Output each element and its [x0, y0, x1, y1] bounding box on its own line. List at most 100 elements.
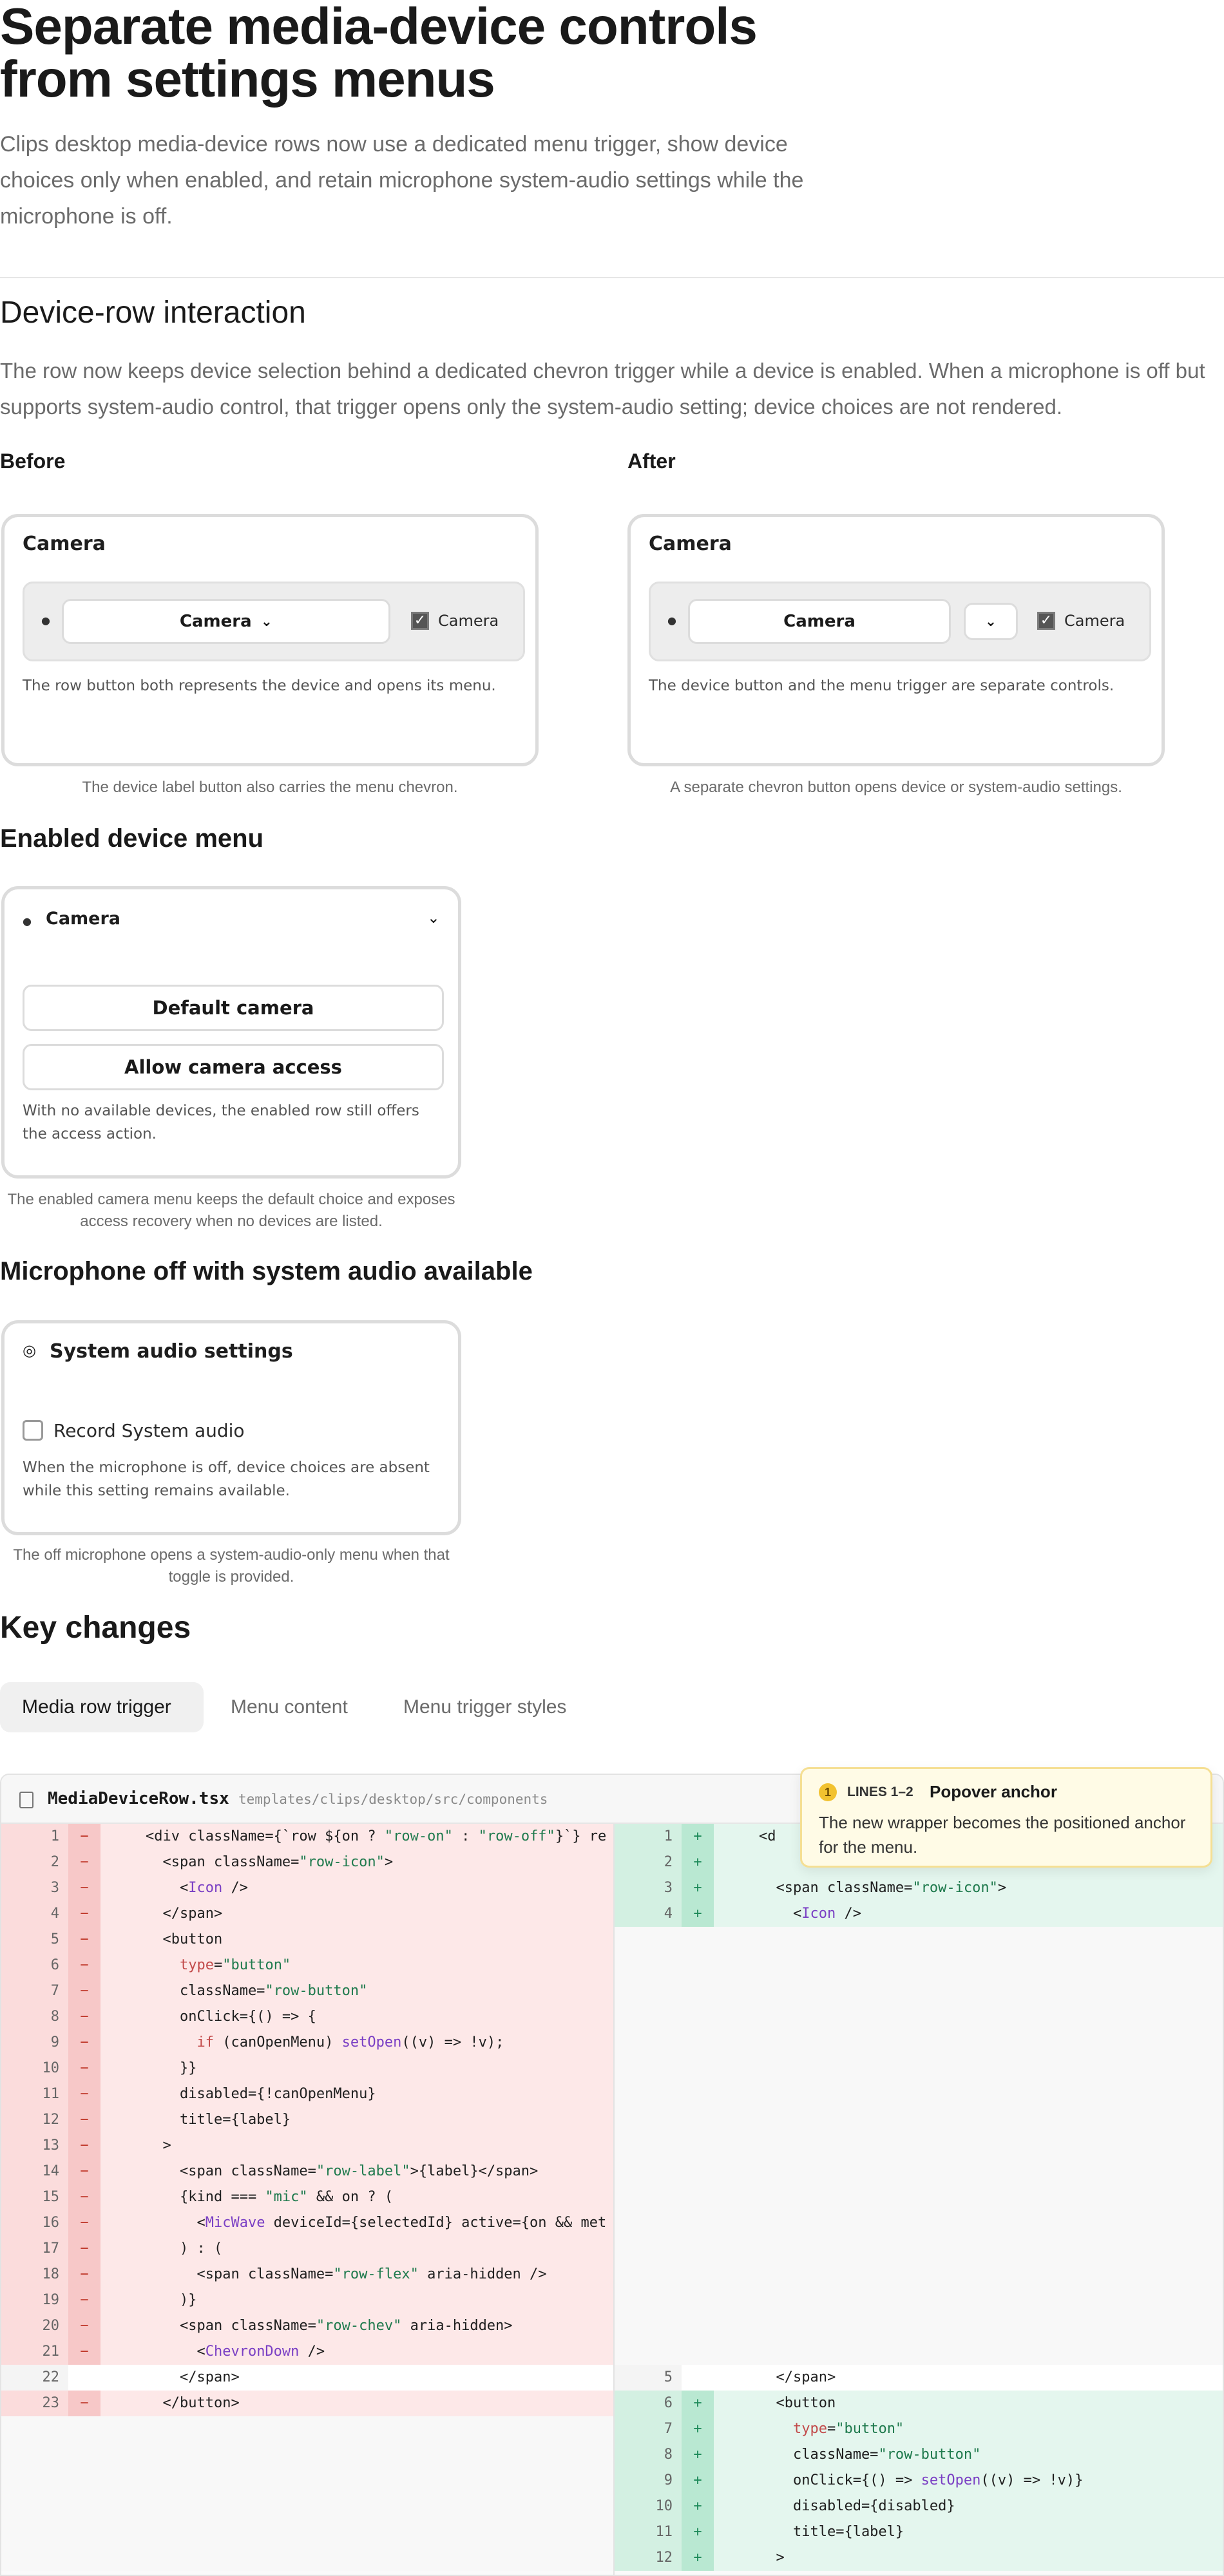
- section-heading-mic-off: Microphone off with system audio availab…: [0, 1257, 533, 1285]
- tab-menu-content[interactable]: Menu content: [209, 1682, 370, 1732]
- deletion-marker: −: [68, 2262, 100, 2287]
- line-number: 13: [1, 2133, 68, 2159]
- section-heading-key-changes: Key changes: [0, 1611, 191, 1645]
- record-system-audio-checkbox[interactable]: [23, 1420, 43, 1441]
- before-caption: The device label button also carries the…: [82, 779, 458, 796]
- deletion-marker: −: [68, 2107, 100, 2133]
- line-number: 8: [1, 2004, 68, 2030]
- menu-option-default-camera[interactable]: Default camera: [23, 985, 444, 1031]
- deletion-marker: −: [68, 2133, 100, 2159]
- annotation-title: Popover anchor: [930, 1782, 1057, 1801]
- code-text: if (canOpenMenu) setOpen((v) => !v);: [196, 2034, 504, 2050]
- annotation-body: The new wrapper becomes the positioned a…: [819, 1813, 1186, 1857]
- diff-line-empty: [615, 2107, 1223, 2133]
- line-number: 10: [615, 2494, 682, 2519]
- diff-line: 7 + type="button": [615, 2416, 1223, 2442]
- line-number: 18: [1, 2262, 68, 2287]
- before-card: Camera ● Camera ⌄ ✓ Camera The row butto…: [1, 514, 539, 766]
- diff-line-empty: [615, 2262, 1223, 2287]
- deletion-marker: −: [68, 2313, 100, 2339]
- diff-line: 12 + >: [615, 2545, 1223, 2571]
- diff-line-empty: [615, 2081, 1223, 2107]
- code-text: <Icon />: [146, 1880, 248, 1896]
- code-text: <div className={`row ${on ? "row-on" : "…: [146, 1828, 607, 1844]
- mic-off-card: ◎ System audio settings Record System au…: [1, 1320, 461, 1535]
- line-number: 12: [615, 2545, 682, 2571]
- chevron-down-icon[interactable]: ⌄: [427, 909, 440, 927]
- code-text: <span className="row-icon">: [146, 1854, 394, 1870]
- line-number: 20: [1, 2313, 68, 2339]
- tab-media-row-trigger[interactable]: Media row trigger: [0, 1682, 204, 1732]
- line-number: 3: [615, 1875, 682, 1901]
- diff-line: 17− ) : (: [1, 2236, 613, 2262]
- deletion-marker: −: [68, 2081, 100, 2107]
- line-number: 1: [1, 1824, 68, 1850]
- camera-icon: ●: [23, 915, 32, 927]
- diff-line-empty: [615, 2287, 1223, 2313]
- diff-line: 9− if (canOpenMenu) setOpen((v) => !v);: [1, 2030, 613, 2056]
- line-number: 2: [1, 1850, 68, 1875]
- code-text: <MicWave deviceId={selectedId} active={o…: [146, 2215, 607, 2231]
- card-note: The device button and the menu trigger a…: [649, 677, 1114, 694]
- deletion-marker: −: [68, 1953, 100, 1978]
- line-number: 4: [615, 1901, 682, 1927]
- device-button-with-chevron[interactable]: Camera ⌄: [62, 599, 390, 644]
- diff-line: 16− <MicWave deviceId={selectedId} activ…: [1, 2210, 613, 2236]
- deletion-marker: −: [68, 1850, 100, 1875]
- line-number: 23: [1, 2391, 68, 2416]
- device-row-panel: ● Camera ⌄ ✓ Camera: [23, 582, 525, 661]
- code-text: onClick={() => setOpen((v) => !v)}: [759, 2472, 1084, 2488]
- diff-line: 3− <Icon />: [1, 1875, 613, 1901]
- deletion-marker: −: [68, 2159, 100, 2184]
- diff-line-empty: [615, 2236, 1223, 2262]
- code-text: className="row-button": [759, 2447, 981, 2463]
- line-number: 4: [1, 1901, 68, 1927]
- diff-line: 21− <ChevronDown />: [1, 2339, 613, 2365]
- device-button-label: Camera: [783, 612, 856, 631]
- camera-checkbox[interactable]: ✓: [411, 612, 429, 630]
- code-text: <span className="row-flex" aria-hidden /…: [146, 2266, 547, 2282]
- line-number: 16: [1, 2210, 68, 2236]
- line-number: 8: [615, 2442, 682, 2468]
- deletion-marker: −: [68, 2339, 100, 2365]
- device-button-label: Camera: [179, 612, 252, 631]
- card-title: Camera: [649, 533, 732, 555]
- code-text: <Icon />: [759, 1906, 861, 1922]
- enabled-menu-caption: The enabled camera menu keeps the defaul…: [7, 1191, 455, 1230]
- addition-marker: +: [682, 2442, 714, 2468]
- diff-line: 3 + <span className="row-icon">: [615, 1875, 1223, 1901]
- addition-marker: +: [682, 1850, 714, 1875]
- line-number: 15: [1, 2184, 68, 2210]
- diff-pane-after: 1 + <d 2 +3 + <span className="row-icon"> 4 + <…: [613, 1824, 1223, 2575]
- line-number: 5: [615, 2365, 682, 2391]
- code-text: title={label}: [759, 2524, 904, 2540]
- camera-checkbox[interactable]: ✓: [1037, 612, 1055, 630]
- addition-marker: +: [682, 2468, 714, 2494]
- diff-line: 4 + <Icon />: [615, 1901, 1223, 1927]
- device-button[interactable]: Camera: [688, 599, 951, 644]
- code-text: ) : (: [146, 2240, 223, 2257]
- diff-line: 23− </button>: [1, 2391, 613, 2416]
- file-name: MediaDeviceRow.tsx: [48, 1789, 229, 1808]
- annotation-popover: 1 LINES 1–2 Popover anchor The new wrapp…: [800, 1767, 1212, 1868]
- card-note: The row button both represents the devic…: [23, 677, 496, 694]
- menu-trigger-button[interactable]: ⌄: [964, 603, 1018, 640]
- chevron-down-icon: ⌄: [260, 613, 273, 630]
- deletion-marker: −: [68, 1978, 100, 2004]
- deletion-marker: −: [68, 2056, 100, 2081]
- tab-bar: Media row trigger Menu content Menu trig…: [0, 1682, 644, 1732]
- menu-option-allow-access[interactable]: Allow camera access: [23, 1044, 444, 1090]
- checkbox-label: Camera: [438, 612, 499, 630]
- code-text: disabled={!canOpenMenu}: [146, 2086, 376, 2102]
- line-number: 9: [1, 2030, 68, 2056]
- diff-line-empty: [1, 2519, 613, 2545]
- diff-line: 11− disabled={!canOpenMenu}: [1, 2081, 613, 2107]
- code-text: <d: [759, 1828, 776, 1844]
- code-text: >: [146, 2137, 171, 2154]
- option-label: Allow camera access: [124, 1056, 342, 1078]
- tab-menu-trigger-styles[interactable]: Menu trigger styles: [381, 1682, 588, 1732]
- diff-line-empty: [615, 2184, 1223, 2210]
- after-label: After: [627, 450, 676, 473]
- code-text: </span>: [759, 2369, 836, 2385]
- line-number: 6: [1, 1953, 68, 1978]
